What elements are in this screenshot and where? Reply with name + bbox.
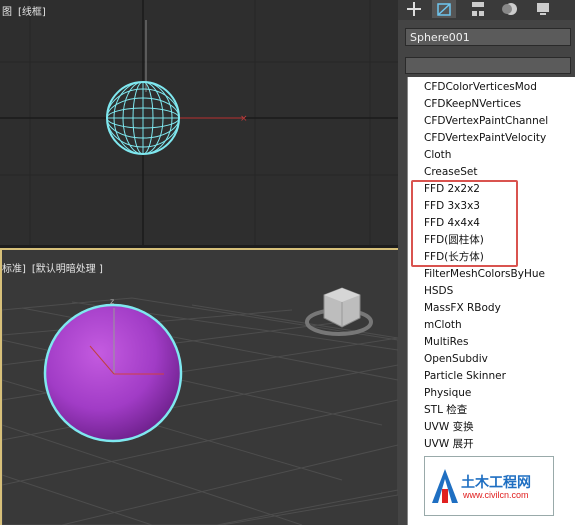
watermark-logo-icon [432, 469, 458, 503]
create-tab-icon[interactable] [402, 0, 426, 18]
watermark-title: 土木工程网 [461, 475, 531, 491]
modifier-item[interactable]: CFDColorVerticesMod [424, 79, 537, 96]
motion-tab-icon[interactable] [498, 0, 522, 18]
persp-viewport-label[interactable]: 标准] [默认明暗处理 ] [2, 260, 109, 275]
modify-tab-icon[interactable] [432, 0, 456, 18]
object-name-field[interactable]: Sphere001 [405, 28, 571, 46]
modifier-item[interactable]: CFDVertexPaintChannel [424, 113, 548, 130]
modifier-item[interactable]: CFDVertexPaintVelocity [424, 130, 546, 147]
wireframe-sphere [106, 81, 180, 155]
modifier-list-dropdown[interactable] [405, 57, 571, 74]
modifier-item[interactable]: STL 检查 [424, 402, 467, 419]
modifier-item[interactable]: Particle Skinner [424, 368, 506, 385]
modifier-item[interactable]: CreaseSet [424, 164, 477, 181]
command-panel-tabs [398, 0, 575, 20]
ffd-highlight-box [411, 180, 518, 267]
modifier-item[interactable]: MassFX RBody [424, 300, 501, 317]
perspective-viewport[interactable]: 标准] [默认明暗处理 ] z [0, 248, 398, 525]
svg-text:z: z [110, 297, 114, 306]
modifier-item[interactable]: Cloth [424, 147, 451, 164]
persp-viewport-shading-label[interactable]: [默认明暗处理 ] [32, 260, 103, 275]
top-viewport-view-label[interactable]: 图 [2, 3, 12, 18]
svg-text:×: × [240, 114, 248, 124]
watermark-url: www.civilcn.com [463, 490, 529, 500]
watermark: 土木工程网 www.civilcn.com [424, 456, 554, 516]
modifier-item[interactable]: HSDS [424, 283, 453, 300]
modifier-item[interactable]: Physique [424, 385, 471, 402]
display-tab-icon[interactable] [531, 0, 555, 18]
hierarchy-tab-icon[interactable] [466, 0, 490, 18]
modifier-item[interactable]: FilterMeshColorsByHue [424, 266, 545, 283]
modifier-item[interactable]: UVW 展开 [424, 436, 474, 453]
modifier-item[interactable]: mCloth [424, 317, 462, 334]
modifier-item[interactable]: UVW 变换 [424, 419, 474, 436]
top-viewport-shading-label[interactable]: [线框] [18, 3, 46, 18]
modifier-item[interactable]: MultiRes [424, 334, 468, 351]
modifier-item[interactable]: CFDKeepNVertices [424, 96, 521, 113]
modifier-item[interactable]: OpenSubdiv [424, 351, 488, 368]
persp-viewport-view-label[interactable]: 标准] [2, 260, 26, 275]
persp-viewport-canvas: z [2, 287, 398, 525]
top-viewport-canvas: × [0, 0, 398, 245]
top-viewport[interactable]: 图 [线框] × [0, 0, 398, 245]
top-viewport-label[interactable]: 图 [线框] [2, 3, 52, 18]
